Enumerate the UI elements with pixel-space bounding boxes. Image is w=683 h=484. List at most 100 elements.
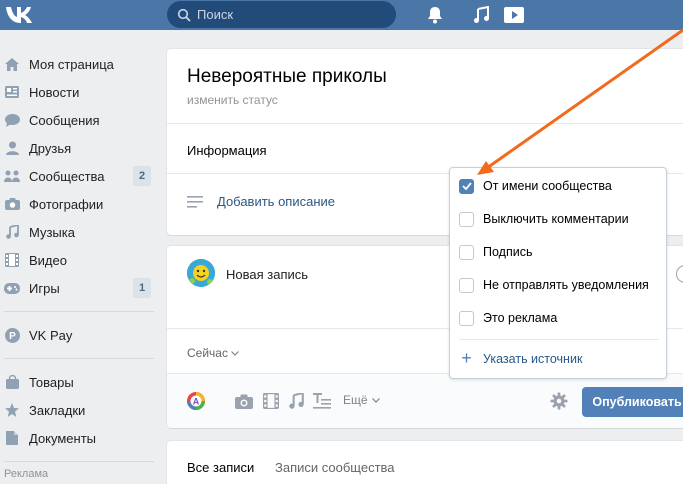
- sidebar-item-label: VK Pay: [29, 327, 73, 343]
- sidebar-item-groups[interactable]: Сообщества 2: [0, 162, 160, 190]
- camera-icon: [4, 196, 20, 212]
- article-icon[interactable]: [313, 392, 331, 410]
- message-icon: [4, 112, 20, 128]
- publish-button[interactable]: Опубликовать: [582, 387, 683, 417]
- add-source-label: Указать источник: [483, 351, 583, 366]
- emoji-icon[interactable]: [676, 265, 683, 283]
- sidebar-item-label: Музыка: [29, 224, 75, 240]
- post-time-label: Сейчас: [187, 346, 228, 360]
- post-settings-dropdown: От имени сообщества Выключить комментари…: [449, 167, 667, 379]
- sidebar-item-label: Моя страница: [29, 56, 114, 72]
- divider: [167, 123, 683, 124]
- option-is-ad[interactable]: Это реклама: [459, 309, 557, 327]
- ads-link[interactable]: Реклама: [0, 468, 160, 480]
- star-icon: [4, 402, 20, 418]
- gear-icon[interactable]: [550, 392, 568, 410]
- sidebar-item-label: Видео: [29, 252, 67, 268]
- checkbox[interactable]: [459, 277, 474, 293]
- option-signature[interactable]: Подпись: [459, 243, 532, 261]
- add-description-label: Добавить описание: [217, 194, 335, 209]
- home-icon: [4, 56, 20, 72]
- sidebar-item-label: Фотографии: [29, 196, 104, 212]
- avatar: [187, 259, 215, 287]
- sidebar-item-label: Документы: [29, 430, 97, 446]
- doc-icon: [4, 430, 20, 446]
- option-label: Выключить комментарии: [483, 212, 629, 226]
- sidebar-item-vkpay[interactable]: P VK Pay: [0, 321, 160, 349]
- page-title: Невероятные приколы: [187, 66, 387, 87]
- play-icon[interactable]: [503, 4, 525, 26]
- option-label: Не отправлять уведомления: [483, 278, 649, 292]
- music-icon: [4, 224, 20, 240]
- gamepad-icon: [4, 280, 20, 296]
- sidebar-item-label: Сообщества: [29, 168, 105, 184]
- checkbox[interactable]: [459, 310, 474, 326]
- sidebar-item-music[interactable]: Музыка: [0, 218, 160, 246]
- search-input[interactable]: [197, 7, 387, 22]
- edit-status-link[interactable]: изменить статус: [187, 93, 278, 107]
- tab-community-posts[interactable]: Записи сообщества: [275, 460, 395, 475]
- vk-logo-icon[interactable]: [4, 2, 38, 26]
- sidebar-item-games[interactable]: Игры 1: [0, 274, 160, 302]
- svg-text:P: P: [9, 331, 16, 342]
- chevron-down-icon: [371, 397, 380, 403]
- checkbox-checked[interactable]: [459, 178, 474, 194]
- sidebar-divider: [4, 358, 154, 359]
- info-label: Информация: [187, 143, 267, 158]
- option-from-community[interactable]: От имени сообщества: [459, 177, 612, 195]
- svg-text:A: A: [193, 397, 200, 407]
- checkmark-icon: [461, 182, 472, 190]
- tab-all-posts[interactable]: Все записи: [187, 460, 254, 475]
- sidebar-item-photos[interactable]: Фотографии: [0, 190, 160, 218]
- friend-icon: [4, 140, 20, 156]
- sidebar-item-label: Новости: [29, 84, 80, 100]
- sidebar-item-label: Закладки: [29, 402, 86, 418]
- sidebar-item-video[interactable]: Видео: [0, 246, 160, 274]
- sidebar-item-messages[interactable]: Сообщения: [0, 106, 160, 134]
- more-attachments-button[interactable]: Ещё: [343, 393, 380, 407]
- audio-icon[interactable]: [287, 392, 305, 410]
- games-badge: 1: [133, 278, 151, 298]
- new-post-input[interactable]: Новая запись: [226, 267, 308, 282]
- option-label: Это реклама: [483, 311, 558, 325]
- sidebar-item-label: Сообщения: [29, 112, 100, 128]
- option-label: От имени сообщества: [483, 179, 612, 193]
- plus-icon: +: [461, 348, 472, 368]
- sidebar-item-bookmarks[interactable]: Закладки: [0, 396, 160, 424]
- search-icon: [177, 8, 191, 21]
- sidebar-item-goods[interactable]: Товары: [0, 368, 160, 396]
- left-sidebar: Моя страница Новости Сообщения Друзья Со…: [0, 50, 160, 480]
- sidebar-item-label: Товары: [29, 374, 74, 390]
- bag-icon: [4, 374, 20, 390]
- post-time-selector[interactable]: Сейчас: [187, 346, 239, 360]
- photo-icon[interactable]: [235, 392, 253, 410]
- sidebar-item-documents[interactable]: Документы: [0, 424, 160, 452]
- top-bar: [0, 0, 683, 30]
- search-box[interactable]: [167, 1, 396, 28]
- music-icon[interactable]: [470, 4, 492, 26]
- sidebar-divider: [4, 461, 154, 462]
- option-disable-comments[interactable]: Выключить комментарии: [459, 210, 629, 228]
- vkpay-icon: P: [4, 327, 20, 343]
- sidebar-item-label: Друзья: [29, 140, 72, 156]
- groups-badge: 2: [133, 166, 151, 186]
- add-description-link[interactable]: Добавить описание: [187, 194, 335, 209]
- add-source-link[interactable]: + Указать источник: [459, 348, 583, 368]
- news-icon: [4, 84, 20, 100]
- text-lines-icon: [187, 195, 203, 208]
- divider: [459, 339, 659, 340]
- bell-icon[interactable]: [424, 4, 446, 26]
- checkbox[interactable]: [459, 244, 474, 260]
- option-label: Подпись: [483, 245, 533, 259]
- sidebar-item-friends[interactable]: Друзья: [0, 134, 160, 162]
- option-no-notifications[interactable]: Не отправлять уведомления: [459, 276, 649, 294]
- sidebar-item-my-page[interactable]: Моя страница: [0, 50, 160, 78]
- graffiti-icon[interactable]: A: [187, 392, 205, 410]
- wall-tabs-panel: Все записи Записи сообщества: [167, 441, 683, 484]
- groups-icon: [4, 168, 20, 184]
- composer-toolbar: A Ещё Опубликовать: [167, 373, 683, 428]
- sidebar-item-news[interactable]: Новости: [0, 78, 160, 106]
- video-icon[interactable]: [262, 392, 280, 410]
- sidebar-item-label: Игры: [29, 280, 60, 296]
- checkbox[interactable]: [459, 211, 474, 227]
